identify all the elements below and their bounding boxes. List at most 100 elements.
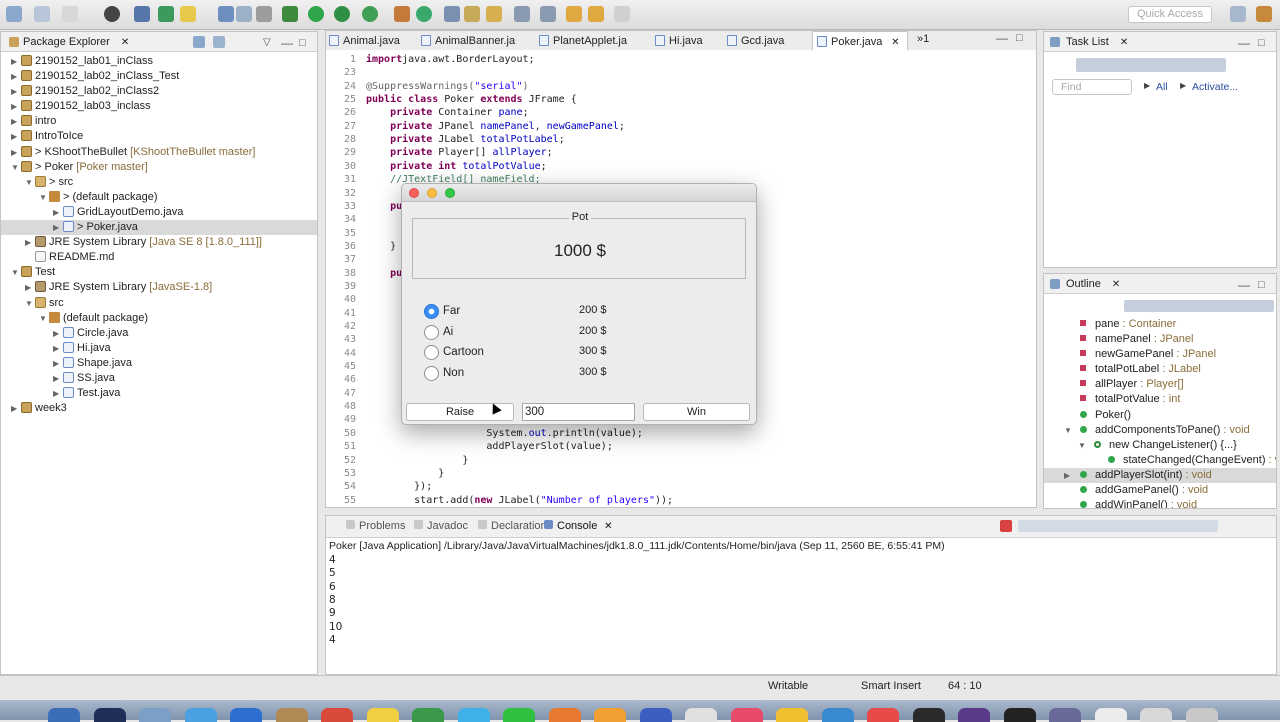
expanded-arrow-icon[interactable]: ▼: [25, 175, 35, 190]
outline-item[interactable]: addWinPanel() : void: [1044, 498, 1276, 508]
expanded-arrow-icon[interactable]: ▼: [39, 311, 49, 326]
collapsed-arrow-icon[interactable]: ▶: [11, 99, 21, 114]
outline-item[interactable]: addGamePanel() : void: [1044, 483, 1276, 498]
collapsed-arrow-icon[interactable]: ▶: [53, 220, 63, 235]
outline-item[interactable]: Poker(): [1044, 408, 1276, 423]
new-menu-icon[interactable]: [34, 6, 50, 22]
tree-item[interactable]: ▶ Test.java: [1, 386, 317, 401]
outline-item[interactable]: namePanel : JPanel: [1044, 332, 1276, 347]
console-tab-console[interactable]: Console ✕: [544, 520, 613, 532]
new-icon[interactable]: [6, 6, 22, 22]
last-edit-icon[interactable]: [566, 6, 582, 22]
external-tools-icon[interactable]: [362, 6, 378, 22]
player-radio[interactable]: [424, 365, 439, 381]
outline-close-icon[interactable]: ✕: [1112, 279, 1120, 290]
next-annotation-icon[interactable]: [514, 6, 530, 22]
previous-annotation-icon[interactable]: [540, 6, 556, 22]
tree-item[interactable]: ▶ 2190152_lab02_inClass2: [1, 84, 317, 99]
editor-maximize-icon[interactable]: □: [1016, 32, 1023, 44]
outline-minimize-icon[interactable]: —: [1238, 275, 1250, 295]
tree-item[interactable]: ▶ JRE System Library [JavaSE-1.8]: [1, 280, 317, 295]
maximize-icon[interactable]: □: [299, 33, 306, 53]
outline-item[interactable]: pane : Container: [1044, 317, 1276, 332]
block-selection-icon[interactable]: [218, 6, 234, 22]
new-class-icon[interactable]: [416, 6, 432, 22]
player-radio[interactable]: [424, 304, 439, 319]
collapsed-arrow-icon[interactable]: ▶: [11, 129, 21, 144]
tab-overflow[interactable]: »1: [917, 33, 929, 45]
close-icon[interactable]: ✕: [121, 37, 129, 48]
search-icon[interactable]: [486, 6, 502, 22]
link-with-editor-icon[interactable]: [213, 36, 225, 48]
editor-tab[interactable]: Animal.java: [325, 31, 417, 51]
open-task-icon[interactable]: [464, 6, 480, 22]
expanded-arrow-icon[interactable]: ▼: [11, 160, 21, 175]
tab-close-icon[interactable]: ✕: [888, 37, 899, 48]
quick-access-input[interactable]: Quick Access: [1128, 6, 1212, 23]
save-icon[interactable]: [62, 6, 78, 22]
view-menu-icon[interactable]: ▽: [263, 33, 271, 53]
tree-item[interactable]: ▶ SS.java: [1, 371, 317, 386]
editor-tab[interactable]: Gcd.java: [723, 31, 812, 51]
task-activate-link[interactable]: Activate...: [1192, 81, 1238, 93]
editor-tab[interactable]: Poker.java ✕: [812, 31, 908, 51]
close-window-icon[interactable]: [409, 188, 419, 198]
collapsed-arrow-icon[interactable]: ▶: [11, 401, 21, 416]
collapsed-arrow-icon[interactable]: ▶: [11, 54, 21, 69]
tree-item[interactable]: ▶ Hi.java: [1, 341, 317, 356]
toggle-breakpoint-icon[interactable]: [134, 6, 150, 22]
task-all-link[interactable]: All: [1156, 81, 1168, 93]
java-perspective-icon[interactable]: [1256, 6, 1272, 22]
tree-item[interactable]: ▶ week3: [1, 401, 317, 416]
coverage-icon[interactable]: [334, 6, 350, 22]
mark-occurrences-icon[interactable]: [180, 6, 196, 22]
player-radio[interactable]: [424, 345, 439, 360]
collapsed-arrow-icon[interactable]: ▶: [53, 341, 63, 356]
minimize-window-icon[interactable]: [427, 188, 437, 198]
collapsed-arrow-icon[interactable]: ▶: [11, 114, 21, 129]
win-button[interactable]: Win: [643, 403, 750, 421]
tree-item[interactable]: ▶ GridLayoutDemo.java: [1, 205, 317, 220]
console-close-icon[interactable]: ✕: [601, 521, 612, 532]
expanded-arrow-icon[interactable]: ▼: [25, 296, 35, 311]
outline-item[interactable]: totalPotLabel : JLabel: [1044, 362, 1276, 377]
expanded-arrow-icon[interactable]: ▼: [39, 190, 49, 205]
minimize-icon[interactable]: —: [281, 33, 293, 53]
tree-item[interactable]: README.md: [1, 250, 317, 265]
outline-item[interactable]: allPlayer : Player[]: [1044, 377, 1276, 392]
collapsed-arrow-icon[interactable]: ▶: [11, 69, 21, 84]
tree-item[interactable]: ▼ > (default package): [1, 190, 317, 205]
editor-tab[interactable]: Hi.java: [651, 31, 723, 51]
outline-arrow-icon[interactable]: ▼: [1078, 438, 1086, 453]
console-tab-declaration[interactable]: Declaration: [478, 520, 547, 532]
tree-item[interactable]: ▶ intro: [1, 114, 317, 129]
open-type-icon[interactable]: [444, 6, 460, 22]
editor-tab[interactable]: PlanetApplet.ja: [535, 31, 651, 51]
outline-item[interactable]: newGamePanel : JPanel: [1044, 347, 1276, 362]
run-icon[interactable]: [308, 6, 324, 22]
tree-item[interactable]: ▼ Test: [1, 265, 317, 280]
collapsed-arrow-icon[interactable]: ▶: [11, 84, 21, 99]
collapsed-arrow-icon[interactable]: ▶: [53, 371, 63, 386]
task-list-minimize-icon[interactable]: —: [1238, 33, 1250, 53]
collapse-all-icon[interactable]: [193, 36, 205, 48]
tree-item[interactable]: ▶ 2190152_lab02_inClass_Test: [1, 69, 317, 84]
new-java-project-icon[interactable]: [394, 6, 410, 22]
tree-item[interactable]: ▼ (default package): [1, 311, 317, 326]
open-perspective-icon[interactable]: [1230, 6, 1246, 22]
task-find-input[interactable]: Find: [1052, 79, 1132, 95]
show-whitespace-icon[interactable]: [256, 6, 272, 22]
tree-item[interactable]: ▶ 2190152_lab03_inclass: [1, 99, 317, 114]
collapsed-arrow-icon[interactable]: ▶: [25, 280, 35, 295]
tree-item[interactable]: ▶ Shape.java: [1, 356, 317, 371]
tree-item[interactable]: ▶ Circle.java: [1, 326, 317, 341]
console-tab-javadoc[interactable]: Javadoc: [414, 520, 468, 532]
tree-item[interactable]: ▶ > Poker.java: [1, 220, 317, 236]
collapsed-arrow-icon[interactable]: ▶: [53, 326, 63, 341]
debug-icon[interactable]: [282, 6, 298, 22]
forward-icon[interactable]: [614, 6, 630, 22]
player-radio[interactable]: [424, 324, 439, 340]
tree-item[interactable]: ▶ IntroToIce: [1, 129, 317, 144]
publish-icon[interactable]: [104, 6, 120, 22]
tree-item[interactable]: ▼ > Poker [Poker master]: [1, 160, 317, 175]
